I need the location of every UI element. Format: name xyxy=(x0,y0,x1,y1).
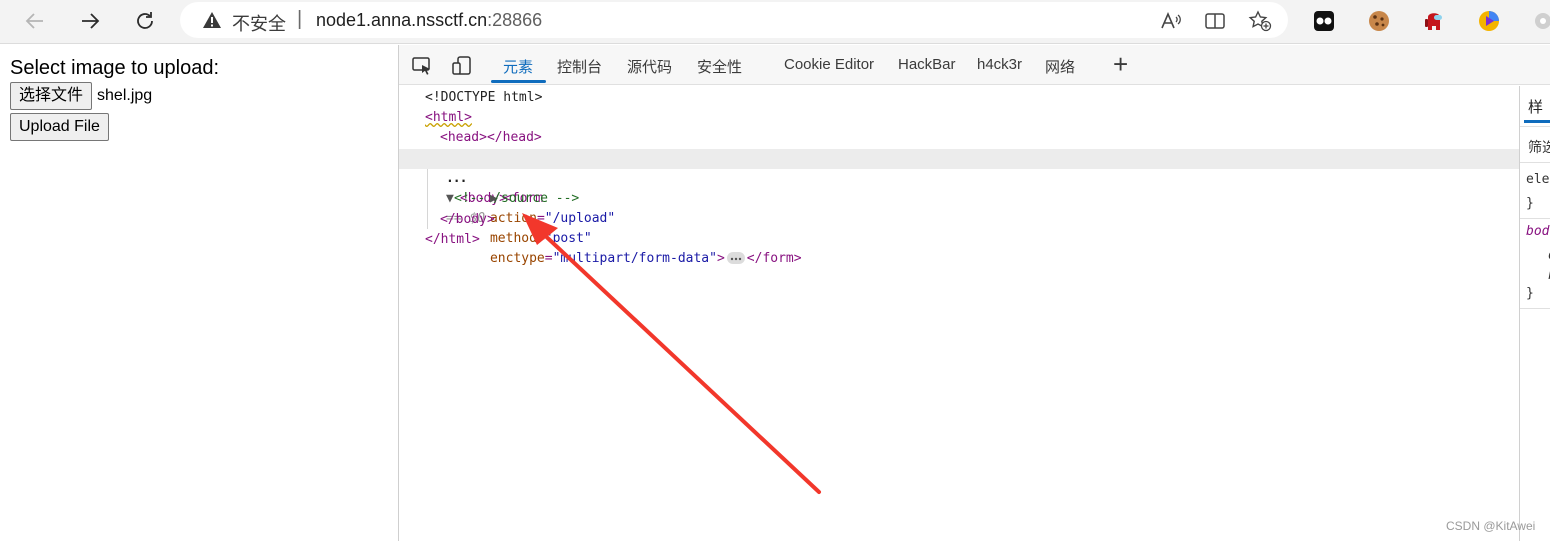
annotation-arrow xyxy=(522,213,821,494)
csdn-watermark: CSDN @KitAwei xyxy=(1446,519,1536,533)
